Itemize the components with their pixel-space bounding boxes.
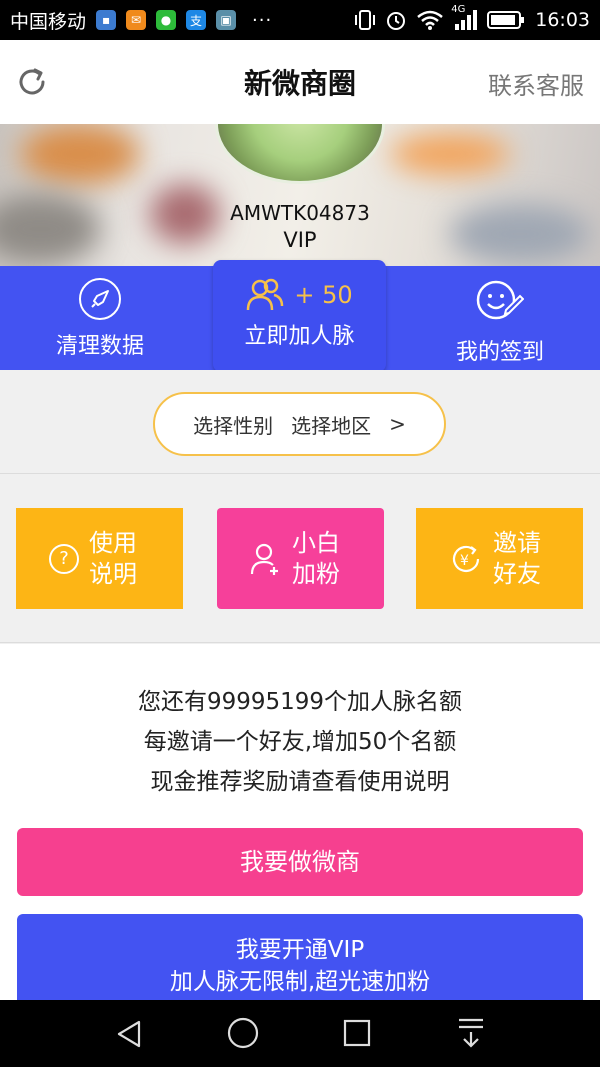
vip-level: VIP bbox=[283, 228, 317, 252]
invite-line2: 好友 bbox=[493, 559, 541, 588]
add-user-icon bbox=[250, 543, 278, 575]
system-nav-bar bbox=[0, 1000, 600, 1067]
feature-tiles: ? 使用 说明 小白 加粉 ¥ 邀请 好友 bbox=[0, 475, 600, 643]
network-type: 4G bbox=[451, 4, 466, 15]
notification-pull-down-icon[interactable] bbox=[456, 1016, 486, 1050]
usage-guide-line2: 说明 bbox=[89, 559, 137, 588]
add-contacts-badge: + 50 bbox=[294, 281, 353, 309]
gallery-icon: ▣ bbox=[216, 10, 237, 30]
beginner-add-fans-tile[interactable]: 小白 加粉 bbox=[217, 508, 384, 609]
alarm-icon bbox=[387, 12, 406, 30]
contact-support-link[interactable]: 联系客服 bbox=[488, 66, 584, 101]
recent-apps-icon[interactable] bbox=[342, 1018, 372, 1048]
add-contacts-label: 立即加人脉 bbox=[244, 324, 355, 349]
open-vip-button[interactable]: 我要开通VIP 加人脉无限制,超光速加粉 bbox=[17, 914, 583, 1014]
status-bar: 中国移动 ▪ ✉ ● 支 ▣ ··· 4G 16:03 bbox=[0, 0, 600, 40]
carrier-name: 中国移动 bbox=[10, 10, 87, 33]
user-id: AMWTK04873 bbox=[230, 201, 370, 225]
cash-reward-text: 现金推荐奖励请查看使用说明 bbox=[150, 769, 450, 795]
select-gender[interactable]: 选择性别 bbox=[193, 410, 273, 439]
become-weishang-button[interactable]: 我要做微商 bbox=[17, 828, 583, 896]
svg-text:¥: ¥ bbox=[460, 553, 469, 569]
quota-remaining-text: 您还有99995199个加人脉名额 bbox=[137, 689, 463, 715]
avatar[interactable] bbox=[215, 124, 385, 184]
banner-decor bbox=[20, 124, 140, 184]
cell-signal-icon: 4G bbox=[451, 4, 478, 30]
banner-decor bbox=[390, 134, 510, 174]
wifi-icon bbox=[417, 10, 444, 30]
more-notifications-icon: ··· bbox=[252, 9, 273, 31]
question-icon: ? bbox=[49, 543, 79, 574]
select-region[interactable]: 选择地区 bbox=[291, 410, 371, 439]
alipay-icon: 支 bbox=[186, 10, 207, 30]
battery-icon bbox=[487, 11, 525, 29]
wechat-icon: ● bbox=[156, 10, 177, 30]
smile-edit-icon bbox=[476, 278, 525, 328]
page-title: 新微商圈 bbox=[243, 67, 356, 100]
mail-icon: ✉ bbox=[126, 10, 147, 30]
invite-line1: 邀请 bbox=[493, 528, 541, 557]
beginner-line1: 小白 bbox=[292, 528, 340, 557]
open-vip-line2: 加人脉无限制,超光速加粉 bbox=[169, 969, 431, 995]
clear-data-button[interactable]: 清理数据 bbox=[0, 266, 200, 370]
filter-section: 选择性别 选择地区 > bbox=[0, 370, 600, 474]
action-bar: 清理数据 + 50 立即加人脉 我的签到 bbox=[0, 260, 600, 372]
usage-guide-tile[interactable]: ? 使用 说明 bbox=[16, 508, 183, 609]
my-checkin-button[interactable]: 我的签到 bbox=[400, 266, 600, 370]
open-vip-line1: 我要开通VIP bbox=[235, 937, 365, 963]
chevron-right-icon: > bbox=[389, 412, 406, 436]
refresh-icon[interactable] bbox=[14, 64, 50, 100]
add-users-icon bbox=[247, 278, 284, 311]
app-header: 新微商圈 联系客服 bbox=[0, 40, 600, 124]
yen-refresh-icon: ¥ bbox=[452, 545, 480, 572]
my-checkin-label: 我的签到 bbox=[455, 340, 544, 365]
gender-region-filter[interactable]: 选择性别 选择地区 > bbox=[153, 392, 446, 456]
clear-data-label: 清理数据 bbox=[55, 334, 144, 359]
add-contacts-button[interactable]: + 50 立即加人脉 bbox=[213, 260, 386, 372]
rocket-icon bbox=[79, 278, 121, 320]
invite-bonus-text: 每邀请一个好友,增加50个名额 bbox=[143, 729, 457, 755]
back-icon[interactable] bbox=[113, 1018, 145, 1050]
clock: 16:03 bbox=[535, 9, 590, 31]
invite-friends-tile[interactable]: ¥ 邀请 好友 bbox=[416, 508, 583, 609]
home-icon[interactable] bbox=[226, 1016, 260, 1050]
notification-app-icon: ▪ bbox=[96, 10, 117, 30]
profile-banner: AMWTK04873 VIP bbox=[0, 124, 600, 266]
beginner-line2: 加粉 bbox=[292, 559, 340, 588]
quota-info-section: 您还有99995199个加人脉名额 每邀请一个好友,增加50个名额 现金推荐奖励… bbox=[0, 644, 600, 1014]
usage-guide-line1: 使用 bbox=[89, 528, 137, 557]
vibrate-icon bbox=[355, 10, 376, 30]
